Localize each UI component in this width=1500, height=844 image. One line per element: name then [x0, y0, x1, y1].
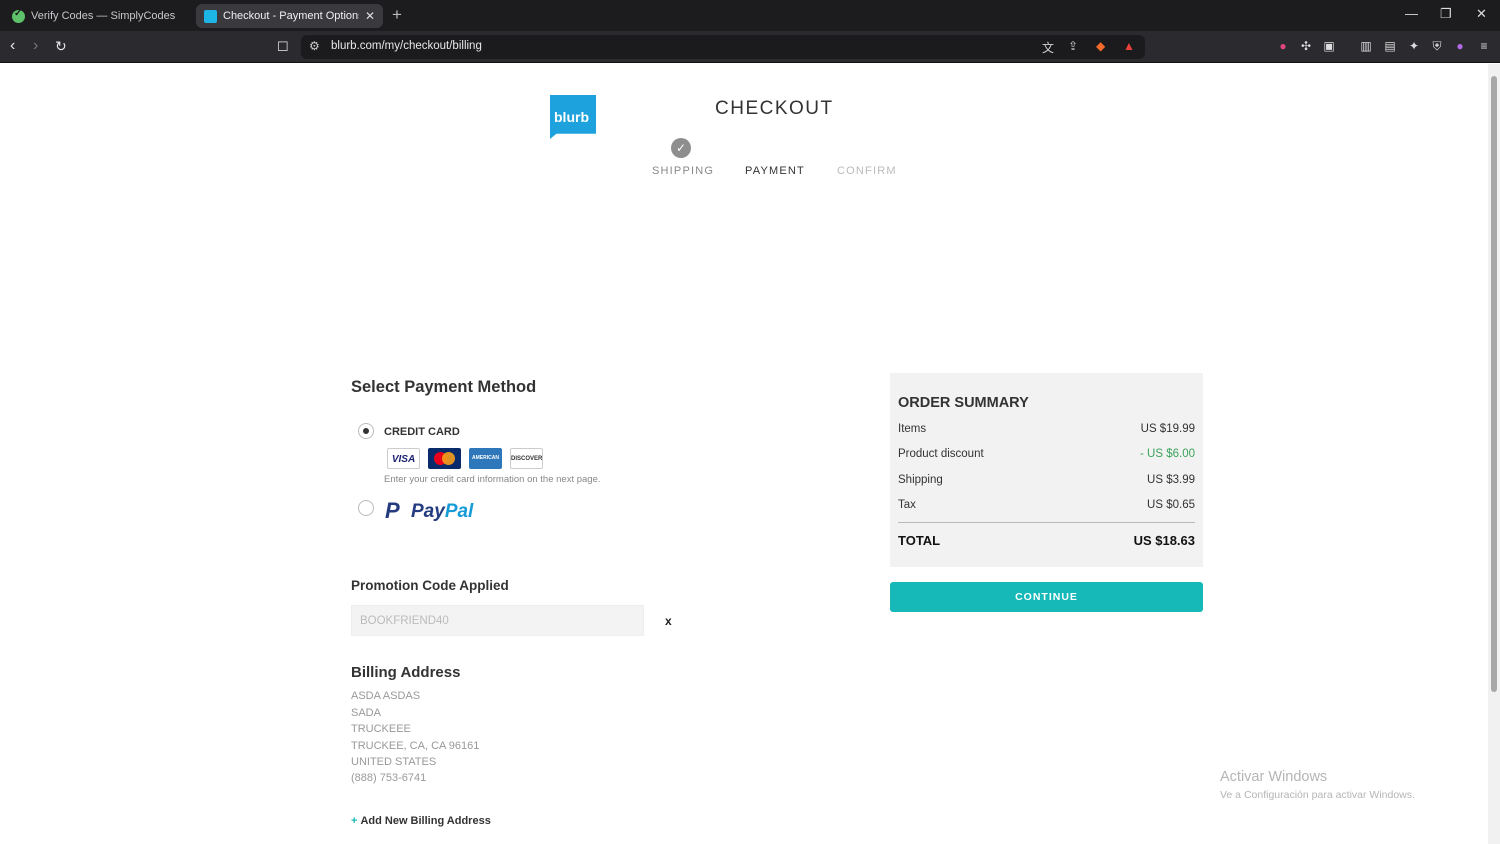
summary-value: US $0.65: [1147, 499, 1195, 511]
simplycodes-favicon-icon: [12, 8, 25, 23]
total-label: TOTAL: [898, 533, 941, 548]
add-billing-address-label: Add New Billing Address: [360, 815, 491, 827]
extensions-icon[interactable]: ✣: [1299, 39, 1313, 53]
sidebar-icon[interactable]: ▥: [1359, 39, 1373, 53]
amex-card-icon: AMERICAN EXPRESS: [469, 448, 502, 469]
summary-value: US $19.99: [1140, 423, 1195, 435]
tab-checkout[interactable]: Checkout - Payment Options | Bl ✕: [196, 4, 383, 28]
checkmark-icon: ✓: [671, 138, 691, 158]
restore-icon[interactable]: ❐: [1440, 6, 1452, 22]
paypal-logo-pal: Pal: [444, 501, 474, 522]
summary-value: - US $6.00: [1140, 448, 1195, 460]
tab-title: Verify Codes — SimplyCodes: [31, 10, 176, 22]
add-billing-address-link[interactable]: + Add New Billing Address: [351, 815, 491, 827]
summary-total-row: TOTAL US $18.63: [898, 533, 1195, 548]
leo-ai-icon[interactable]: ✦: [1407, 39, 1421, 53]
page-title: CHECKOUT: [715, 98, 834, 119]
billing-address-line: TRUCKEEE: [351, 723, 411, 735]
plus-icon: +: [351, 815, 358, 827]
paypal-logo[interactable]: PayPal: [411, 501, 473, 523]
credit-card-label[interactable]: CREDIT CARD: [384, 426, 460, 438]
summary-value: US $3.99: [1147, 474, 1195, 486]
new-tab-icon[interactable]: +: [392, 5, 402, 25]
profile-icon[interactable]: ●: [1453, 39, 1467, 53]
reload-icon[interactable]: ↻: [55, 38, 67, 55]
wallet-icon[interactable]: ▤: [1383, 39, 1397, 53]
continue-button[interactable]: CONTINUE: [890, 582, 1203, 612]
order-summary-title: ORDER SUMMARY: [898, 395, 1029, 411]
mastercard-icon: [428, 448, 461, 469]
remove-promo-button[interactable]: x: [665, 614, 672, 628]
vpn-icon[interactable]: ⛨: [1430, 39, 1444, 53]
windows-activation-subtitle: Ve a Configuración para activar Windows.: [1220, 789, 1415, 801]
share-icon[interactable]: ⇪: [1068, 39, 1078, 53]
visa-card-icon: VISA: [387, 448, 420, 469]
address-bar[interactable]: ⚙ blurb.com/my/checkout/billing 文 ⇪ ◆ ▲: [301, 35, 1145, 59]
billing-phone: (888) 753-6741: [351, 772, 427, 784]
scrollbar-thumb[interactable]: [1491, 76, 1497, 692]
summary-row-items: Items US $19.99: [898, 423, 1195, 435]
summary-label: Tax: [898, 499, 916, 511]
billing-address-heading: Billing Address: [351, 664, 461, 681]
total-value: US $18.63: [1133, 533, 1195, 548]
summary-divider: [898, 522, 1195, 523]
close-tab-icon[interactable]: ✕: [365, 9, 375, 23]
logo-text: blurb: [554, 109, 589, 125]
promo-code-field[interactable]: [351, 605, 644, 636]
windows-activation-title: Activar Windows: [1220, 769, 1328, 785]
close-window-icon[interactable]: ✕: [1476, 6, 1487, 22]
bookmark-icon[interactable]: ☐: [277, 39, 289, 55]
step-payment: PAYMENT: [745, 165, 805, 177]
menu-icon[interactable]: ≡: [1477, 39, 1491, 53]
summary-label: Items: [898, 423, 927, 435]
step-shipping[interactable]: SHIPPING: [652, 165, 714, 177]
summary-label: Shipping: [898, 474, 943, 486]
tab-title: Checkout - Payment Options | Bl: [223, 10, 359, 22]
browser-tab-bar: Verify Codes — SimplyCodes Checkout - Pa…: [0, 0, 1500, 31]
credit-card-radio[interactable]: [358, 423, 374, 439]
payment-method-heading: Select Payment Method: [351, 378, 537, 396]
minimize-icon[interactable]: —: [1405, 6, 1418, 21]
discover-card-icon: DISCOVER: [510, 448, 543, 469]
order-summary: ORDER SUMMARY Items US $19.99 Product di…: [890, 373, 1203, 567]
summary-label: Product discount: [898, 448, 984, 460]
paypal-logo-pay: Pay: [411, 501, 445, 522]
paypal-radio[interactable]: [358, 500, 374, 516]
billing-address-line: TRUCKEE, CA, CA 96161: [351, 740, 480, 752]
checkout-page: blurb CHECKOUT ✓ SHIPPING PAYMENT CONFIR…: [0, 64, 1488, 844]
browser-toolbar: ‹ › ↻ ☐ ⚙ blurb.com/my/checkout/billing …: [0, 31, 1500, 63]
tab-simplycodes[interactable]: Verify Codes — SimplyCodes: [4, 4, 192, 28]
page-scrollbar[interactable]: [1488, 64, 1500, 844]
site-settings-icon[interactable]: ⚙: [309, 39, 320, 53]
translate-icon[interactable]: 文: [1042, 39, 1054, 56]
brave-rewards-icon[interactable]: ▲: [1123, 39, 1135, 53]
blurb-favicon-icon: [204, 9, 217, 23]
billing-address-line: UNITED STATES: [351, 756, 437, 768]
ublock-icon[interactable]: ●: [1276, 39, 1290, 53]
summary-row-tax: Tax US $0.65: [898, 499, 1195, 511]
brave-shields-icon[interactable]: ◆: [1096, 39, 1105, 53]
summary-row-discount: Product discount - US $6.00: [898, 448, 1195, 460]
back-icon[interactable]: ‹: [10, 37, 15, 55]
credit-card-note: Enter your credit card information on th…: [384, 474, 601, 485]
blurb-logo[interactable]: blurb: [550, 95, 596, 139]
billing-address-line: SADA: [351, 707, 381, 719]
paypal-p-icon: P: [385, 498, 400, 523]
url-text: blurb.com/my/checkout/billing: [331, 40, 482, 52]
tab-search-icon[interactable]: ▣: [1322, 39, 1336, 53]
forward-icon[interactable]: ›: [33, 37, 38, 55]
summary-row-shipping: Shipping US $3.99: [898, 474, 1195, 486]
billing-address-line: ASDA ASDAS: [351, 690, 421, 702]
step-confirm: CONFIRM: [837, 165, 897, 177]
promo-heading: Promotion Code Applied: [351, 578, 509, 593]
